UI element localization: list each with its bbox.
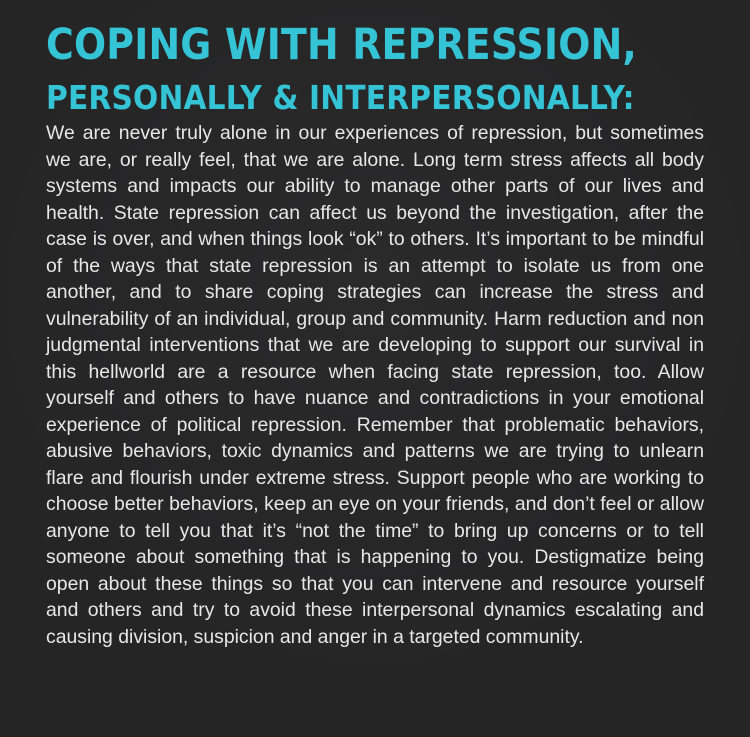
body-paragraph: We are never truly alone in our experien… [46, 122, 704, 648]
title-line-1: COPING WITH REPRESSION, [46, 20, 637, 70]
title-line-2: PERSONALLY & INTERPERSONALLY: [46, 78, 635, 117]
document-page: COPING WITH REPRESSION, PERSONALLY & INT… [0, 0, 750, 737]
